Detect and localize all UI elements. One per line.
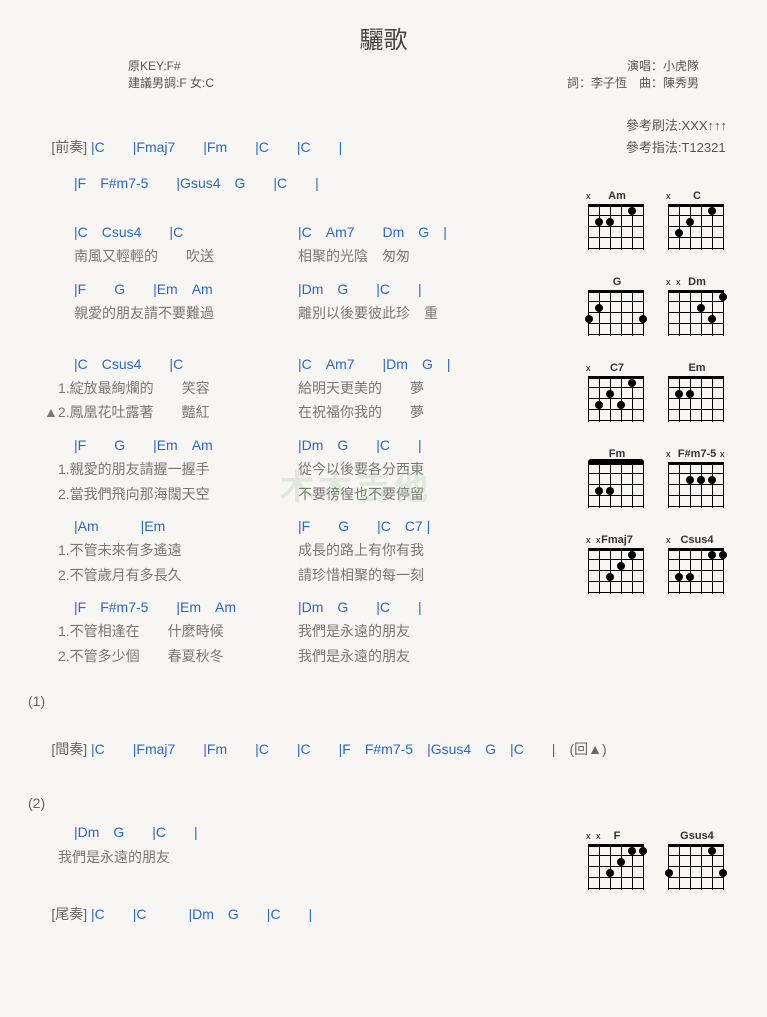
ref-strum: 參考刷法:XXX↑↑↑ xyxy=(626,115,727,137)
header-right: 演唱：小虎隊 詞：李子恆 曲：陳秀男 xyxy=(567,57,699,91)
v2-chords-d: |Dm G |C | xyxy=(298,434,568,456)
label-2: (2) xyxy=(28,795,739,811)
v2-chords-h: |Dm G |C | xyxy=(298,596,568,618)
v1-lyric-d: 離別以後要彼此珍 重 xyxy=(298,302,568,324)
diagram-Csus4: Csus4 x xyxy=(668,534,726,594)
v2-l1c: 1.親愛的朋友請握一握手 xyxy=(58,458,298,480)
diagram-Am: Am x xyxy=(588,190,646,250)
v1-lyric-b: 相聚的光陰 匆匆 xyxy=(298,245,568,267)
v2-l2g: 2.不管多少個 春夏秋冬 xyxy=(58,645,298,667)
diagram-Em: Em xyxy=(668,362,726,422)
ref-finger: 參考指法:T12321 xyxy=(626,137,727,159)
singer: 演唱：小虎隊 xyxy=(567,57,699,74)
outro-line: |C |C |Dm G |C | xyxy=(91,906,312,922)
v2-chords-e: |Am |Em xyxy=(74,515,298,537)
v2-l2c: 2.當我們飛向那海闊天空 xyxy=(58,483,298,505)
diagram-Fmaj7: Fmaj7 xx xyxy=(588,534,646,594)
intro-label: [前奏] xyxy=(51,139,87,155)
v2-l1g: 1.不管相逢在 什麼時候 xyxy=(58,620,298,642)
v2-chords-g: |F F#m7-5 |Em Am xyxy=(74,596,298,618)
original-key: 原KEY:F# xyxy=(128,57,214,74)
v1-chords-b: |C Am7 Dm G | xyxy=(298,221,568,243)
credits: 詞：李子恆 曲：陳秀男 xyxy=(567,74,699,91)
v1-chords-d: |Dm G |C | xyxy=(298,278,568,300)
v2-l2b: 在祝福你我的 夢 xyxy=(298,401,568,423)
v2-chords-a: |C Csus4 |C xyxy=(74,353,298,375)
header-left: 原KEY:F# 建議男調:F 女:C xyxy=(128,57,214,91)
chord-diagrams-2: F xx Gsus4 xyxy=(588,830,743,916)
v1-lyric-c: 親愛的朋友請不要難過 xyxy=(74,302,298,324)
v2-chords-c: |F G |Em Am xyxy=(74,434,298,456)
chord-diagrams: Am x C x G Dm xx xyxy=(588,190,743,620)
v2-l1f: 成長的路上有你有我 xyxy=(298,539,568,561)
v2-l2d: 不要徬徨也不要停留 xyxy=(298,483,568,505)
interlude-label: [間奏] xyxy=(51,741,87,757)
v1-chords-a: |C Csus4 |C xyxy=(74,221,298,243)
diagram-Gsus4: Gsus4 xyxy=(668,830,726,890)
v1-chords-c: |F G |Em Am xyxy=(74,278,298,300)
v2-l2e: 2.不管歲月有多長久 xyxy=(58,564,298,586)
v2-chords-f: |F G |C C7 | xyxy=(298,515,568,537)
outro-label: [尾奏] xyxy=(51,906,87,922)
label-1: (1) xyxy=(28,693,739,709)
v2-chords-b: |C Am7 |Dm G | xyxy=(298,353,568,375)
diagram-C7: C7 x xyxy=(588,362,646,422)
v2-l1b: 給明天更美的 夢 xyxy=(298,377,568,399)
v1-lyric-a: 南風又輕輕的 吹送 xyxy=(74,245,298,267)
diagram-G: G xyxy=(588,276,646,336)
v2-l2f: 請珍惜相聚的每一刻 xyxy=(298,564,568,586)
back-label: (回▲) xyxy=(569,741,606,757)
diagram-Dm: Dm xx xyxy=(668,276,726,336)
verse2: |C Csus4 |C 1.綻放最絢爛的 笑容 ▲2.鳳凰花吐露著 豔紅 |C … xyxy=(28,343,568,668)
intro-line1: |C |Fmaj7 |Fm |C |C | xyxy=(91,139,342,155)
diagram-Fm: Fm xyxy=(588,448,646,508)
v2-l2h: 我們是永遠的朋友 xyxy=(298,645,568,667)
interlude-line: |C |Fmaj7 |Fm |C |C |F F#m7-5 |Gsus4 G |… xyxy=(91,741,555,757)
verse1: |C Csus4 |C 南風又輕輕的 吹送 |C Am7 Dm G | 相聚的光… xyxy=(28,211,568,325)
v2-l1d: 從今以後要各分西東 xyxy=(298,458,568,480)
diagram-C: C x xyxy=(668,190,726,250)
v2-l1h: 我們是永遠的朋友 xyxy=(298,620,568,642)
section-1: (1) [間奏] |C |Fmaj7 |Fm |C |C |F F#m7-5 |… xyxy=(28,693,739,775)
reference-block: 參考刷法:XXX↑↑↑ 參考指法:T12321 xyxy=(626,115,727,159)
v2-l2a: ▲2.鳳凰花吐露著 豔紅 xyxy=(44,401,298,423)
song-title: 驪歌 xyxy=(28,20,739,55)
v2-l1a: 1.綻放最絢爛的 笑容 xyxy=(58,377,298,399)
diagram-Fsharpm75: F#m7-5 xx xyxy=(668,448,726,508)
suggested-key: 建議男調:F 女:C xyxy=(128,74,214,91)
v2-l1e: 1.不管未來有多遙遠 xyxy=(58,539,298,561)
diagram-F: F xx xyxy=(588,830,646,890)
